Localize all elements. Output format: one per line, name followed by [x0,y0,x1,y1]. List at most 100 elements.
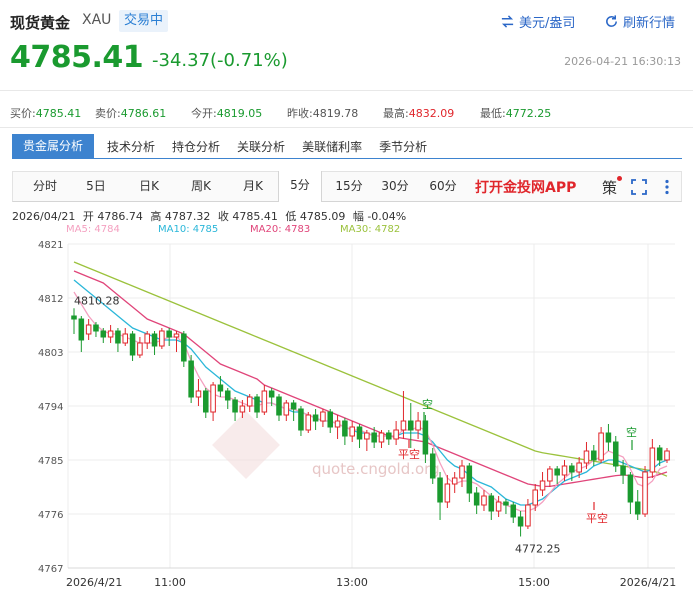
candle-high: 高 4787.32 [150,210,211,223]
candle-body [422,420,429,455]
market-status-badge: 交易中 [119,10,169,32]
candle-body [268,390,275,398]
candle-body [122,333,129,344]
refresh-button[interactable]: 刷新行情 [604,12,675,31]
period-tab-monthly[interactable]: 月K [235,172,271,201]
candle-body [634,501,641,515]
fullscreen-icon[interactable] [630,178,648,196]
candle-body [598,432,604,461]
trade-signal-label: 空 [626,425,637,439]
candle-body [181,333,187,362]
candle-body [78,318,85,341]
candle-amplitude: 幅 -0.04% [352,210,407,223]
candle-body [429,453,436,479]
candle-body [144,333,150,344]
divider [0,90,693,91]
strategy-button[interactable]: 策 [602,177,617,198]
candle-body [100,330,107,338]
candle-body [510,504,517,518]
candle-body [115,330,121,344]
candle-body [378,432,385,443]
y-tick-label: 4776 [38,510,63,521]
candle-body [576,462,582,473]
candle-body [649,447,656,473]
stat-bid: 买价:4785.41 [10,107,82,120]
ma20-line [73,270,668,488]
y-tick-label: 4803 [38,348,63,359]
candle-body [203,390,209,413]
candle-body [334,420,341,428]
candle-close: 收 4785.41 [217,210,278,223]
period-tab-5min[interactable]: 5分 [278,171,322,202]
candle-body [459,465,465,479]
period-tab-daily[interactable]: 日K [131,172,167,201]
ma30-line [73,261,668,477]
candle-body [517,516,524,527]
tab-position-analysis[interactable]: 持仓分析 [172,138,220,155]
swap-icon [501,15,514,28]
y-tick-label: 4812 [38,294,63,305]
candle-body [554,468,560,476]
stat-open: 今开:4819.05 [191,107,263,120]
y-tick-label: 4785 [38,456,63,467]
tab-fed-rate[interactable]: 美联储利率 [302,138,362,155]
candle-body [327,411,334,428]
x-tick-label: 15:00 [518,576,550,589]
candle-body [400,420,407,431]
trade-signal-label: 空 [422,397,433,411]
currency-toggle-button[interactable]: 美元/盎司 [500,12,575,31]
period-tab-15min[interactable]: 15分 [331,172,367,201]
candle-body [173,333,180,338]
last-price: 4785.41 [10,40,144,75]
candle-body [246,396,253,407]
period-tab-intraday[interactable]: 分时 [25,172,65,201]
ma20-legend: MA20: 4783 [250,224,311,235]
candle-body [349,426,355,437]
candle-body [473,492,480,506]
y-tick-label: 4767 [38,564,63,575]
candle-body [232,399,238,413]
high-price-label: 4810.28 [74,294,120,307]
candle-body [612,441,619,467]
candlestick-chart[interactable]: 48214812480347944785477647672026/4/21 11:… [0,236,693,591]
period-tab-60min[interactable]: 60分 [425,172,461,201]
period-tab-weekly[interactable]: 周K [183,172,219,201]
tab-technical-analysis[interactable]: 技术分析 [107,138,155,155]
open-app-link[interactable]: 打开金投网APP [475,177,576,197]
period-tab-5day[interactable]: 5日 [78,172,114,201]
candle-body [261,390,268,413]
tab-precious-metals-analysis[interactable]: 贵金属分析 [12,134,95,158]
period-tab-30min[interactable]: 30分 [377,172,413,201]
candle-body [569,465,575,473]
x-tick-label: 13:00 [336,576,368,589]
candle-body [466,465,473,494]
candle-body [656,447,663,461]
y-tick-label: 4821 [38,240,63,251]
candle-body [71,315,77,320]
candle-body [364,432,370,440]
candle-body [159,330,165,347]
tab-correlation-analysis[interactable]: 关联分析 [237,138,285,155]
more-icon[interactable] [658,178,676,196]
candle-body [305,414,312,431]
period-toolbar: 分时 5日 日K 周K 月K 5分 15分 30分 60分 打开金投网APP 策 [12,171,682,202]
watermark-logo [212,411,280,479]
candle-body [451,477,458,485]
candle-body [129,333,136,356]
x-tick-label: 11:00 [154,576,186,589]
stat-high: 最高:4832.09 [383,107,455,120]
candle-body [210,384,216,413]
candle-body [605,432,612,443]
tab-seasonal-analysis[interactable]: 季节分析 [379,138,427,155]
stat-ask: 卖价:4786.61 [95,107,167,120]
ma30-legend: MA30: 4782 [340,224,401,235]
candle-body [137,342,143,356]
candle-body [547,468,553,482]
stat-prev-close: 昨收:4819.78 [287,107,359,120]
candle-body [85,324,92,335]
candle-body [290,402,297,410]
refresh-label: 刷新行情 [623,16,676,31]
analysis-tabs: 贵金属分析 技术分析 持仓分析 关联分析 美联储利率 季节分析 [12,134,444,158]
candle-body [195,390,202,398]
candle-date: 2026/04/21 [12,210,76,223]
